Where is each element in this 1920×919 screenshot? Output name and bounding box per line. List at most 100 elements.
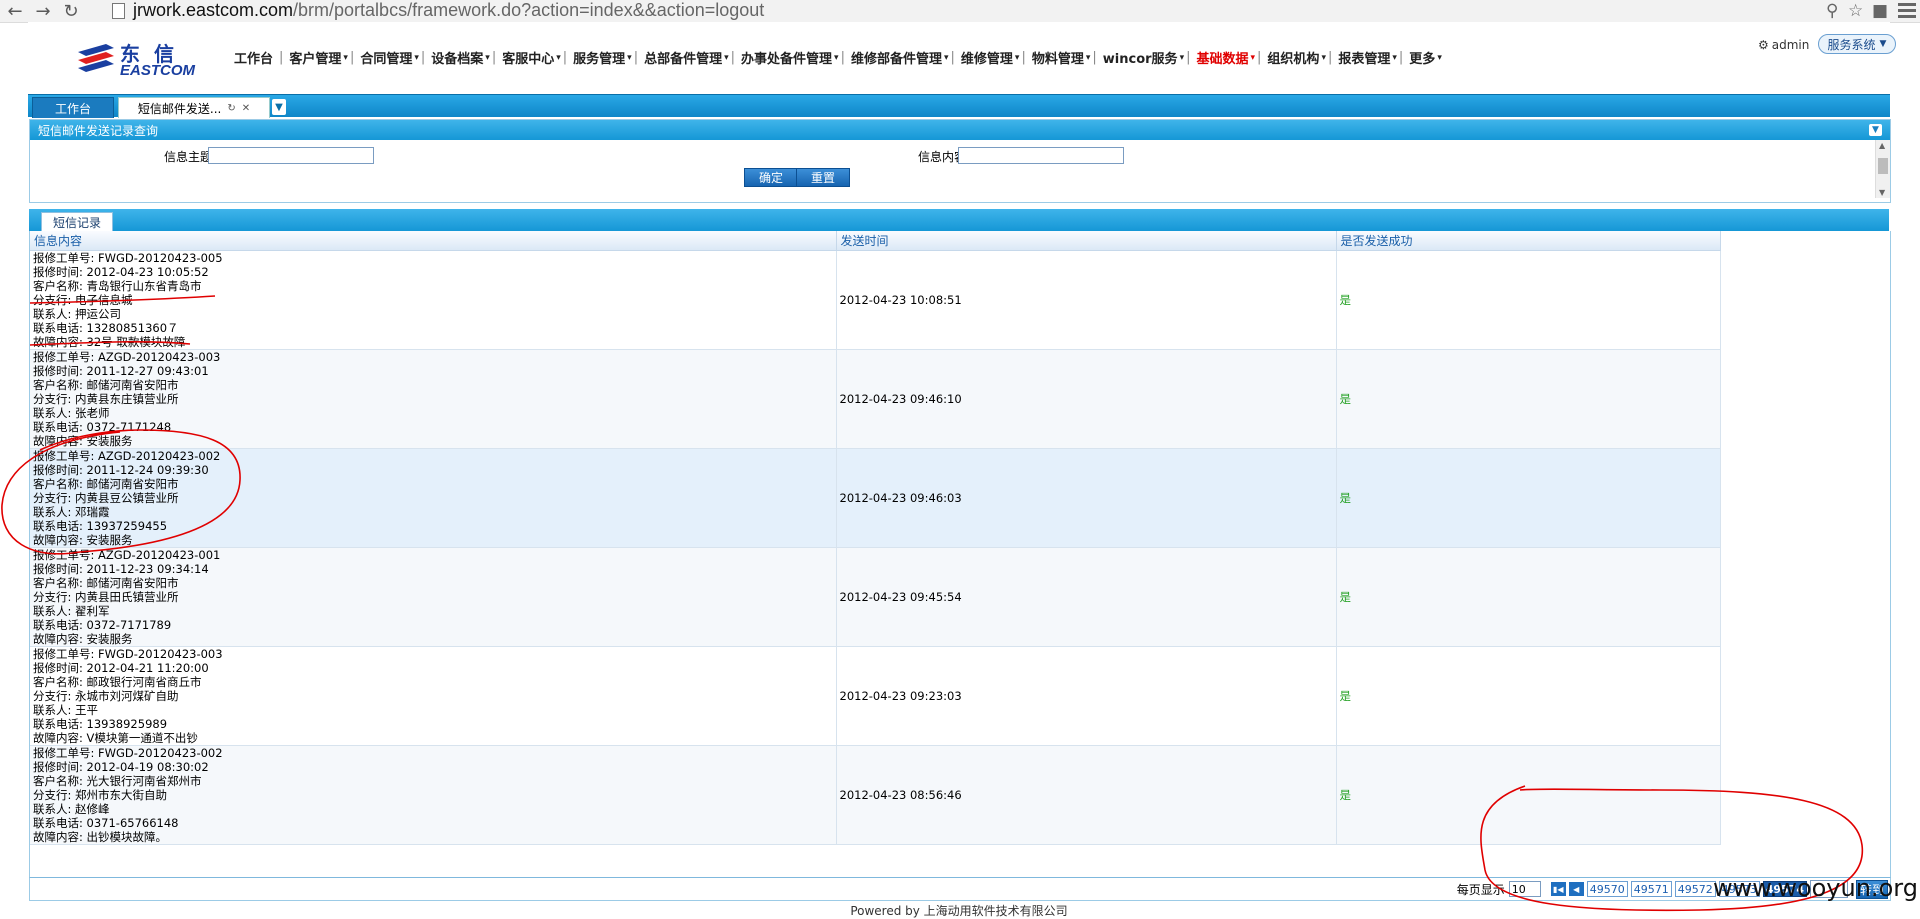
nav-item[interactable]: 组织机构: [1263, 48, 1323, 67]
reload-icon[interactable]: ↻: [58, 0, 84, 22]
table-row[interactable]: 报修工单号: FWGD-20120423-002 报修时间: 2012-04-19…: [30, 745, 1721, 845]
nav-item[interactable]: 更多: [1405, 48, 1439, 67]
gear-icon[interactable]: ⚙: [1758, 38, 1769, 52]
refresh-icon[interactable]: ↻: [227, 103, 235, 114]
info-line: 客户名称: 邮储河南省安阳市: [33, 576, 179, 590]
nav-item[interactable]: 服务管理: [569, 48, 629, 67]
user-name[interactable]: admin: [1772, 38, 1810, 52]
reset-button[interactable]: 重置: [796, 168, 850, 187]
info-line: 报修工单号: FWGD-20120423-003: [33, 647, 223, 661]
nav-separator: |: [840, 50, 845, 65]
info-line: 联系电话: 0372-7171789: [33, 618, 172, 632]
nav-item[interactable]: 维修管理: [957, 48, 1017, 67]
nav-separator: |: [1327, 50, 1333, 65]
zoom-icon[interactable]: ⚲: [1826, 0, 1838, 22]
scroll-up-icon[interactable]: ▲: [1879, 141, 1885, 150]
info-line: 联系人: 押运公司: [33, 307, 122, 321]
info-line: 故障内容: V模块第一通道不出钞: [33, 731, 198, 745]
tab-list-chevron-icon[interactable]: ▼: [272, 99, 286, 115]
query-scrollbar[interactable]: ▲ ▼: [1875, 140, 1890, 198]
nav-item[interactable]: 报表管理: [1334, 48, 1394, 67]
info-line: 联系人: 王平: [33, 703, 99, 717]
info-line: 报修时间: 2012-04-23 10:05:52: [33, 265, 209, 279]
nav-item[interactable]: 设备档案: [427, 48, 487, 67]
info-line: 故障内容: 安装服务: [33, 434, 133, 448]
nav-separator: |: [1186, 50, 1191, 65]
column-header-content[interactable]: 信息内容: [30, 231, 837, 251]
forward-arrow-icon[interactable]: →: [30, 0, 56, 22]
records-table: 信息内容 发送时间 是否发送成功 报修工单号: FWGD-20120423-00…: [30, 231, 1721, 845]
info-line: 联系人: 翟利军: [33, 604, 110, 618]
tab-sms-log[interactable]: 短信记录: [41, 212, 113, 232]
cell-content: 报修工单号: AZGD-20120423-001 报修时间: 2011-12-23…: [30, 547, 837, 647]
prev-page-icon[interactable]: ◀: [1568, 882, 1584, 896]
watermark-text: www.wooyun.org: [1713, 874, 1918, 902]
nav-separator: |: [349, 50, 355, 65]
nav-separator: |: [730, 50, 736, 65]
table-row[interactable]: 报修工单号: AZGD-20120423-003 报修时间: 2011-12-27…: [30, 349, 1721, 449]
info-line: 联系电话: 13937259455: [33, 519, 168, 533]
cell-content: 报修工单号: FWGD-20120423-005 报修时间: 2012-04-23…: [30, 250, 837, 350]
info-line: 报修时间: 2011-12-23 09:34:14: [33, 562, 209, 576]
scroll-down-icon[interactable]: ▼: [1879, 188, 1885, 197]
confirm-button[interactable]: 确定: [744, 168, 798, 187]
page-link[interactable]: 49571: [1630, 881, 1672, 897]
first-page-icon[interactable]: ▮◀: [1550, 882, 1566, 896]
nav-separator: |: [562, 50, 568, 65]
nav-item[interactable]: 维修部备件管理: [847, 48, 946, 67]
info-line: 联系人: 赵修峰: [33, 802, 110, 816]
extension-icon[interactable]: ■: [1872, 0, 1888, 22]
table-row[interactable]: 报修工单号: FWGD-20120423-005 报修时间: 2012-04-23…: [30, 250, 1721, 350]
table-row[interactable]: 报修工单号: AZGD-20120423-002 报修时间: 2011-12-24…: [30, 448, 1721, 548]
per-page-label: 每页显示: [1456, 882, 1505, 897]
nav-item[interactable]: 客户管理: [285, 48, 345, 67]
back-arrow-icon[interactable]: ←: [2, 0, 28, 22]
chevron-down-icon: ▾: [1437, 52, 1442, 63]
star-icon[interactable]: ☆: [1848, 0, 1863, 22]
info-line: 客户名称: 邮储河南省安阳市: [33, 378, 179, 392]
nav-item[interactable]: wincor服务: [1099, 48, 1182, 67]
url-host: jrwork.eastcom.com: [133, 0, 294, 20]
subject-label: 信息主题: [164, 150, 213, 164]
page-link[interactable]: 49572: [1674, 881, 1716, 897]
per-page-input[interactable]: 10: [1508, 881, 1541, 897]
table-row[interactable]: 报修工单号: FWGD-20120423-003 报修时间: 2012-04-21…: [30, 646, 1721, 746]
info-line: 联系电话: 0371-65766148: [33, 816, 179, 830]
nav-item[interactable]: 物料管理: [1028, 48, 1088, 67]
subject-input[interactable]: [208, 147, 374, 164]
system-label: 服务系统: [1827, 37, 1876, 52]
menu-icon[interactable]: [1898, 3, 1916, 19]
nav-item[interactable]: 办事处备件管理: [737, 48, 836, 67]
column-header-time[interactable]: 发送时间: [836, 231, 1337, 251]
tab-sms-records[interactable]: 短信邮件发送... ↻ ✕: [118, 97, 270, 118]
logo-text-en: EASTCOM: [120, 62, 195, 79]
nav-item[interactable]: 总部备件管理: [640, 48, 726, 67]
info-line: 客户名称: 光大银行河南省郑州市: [33, 774, 202, 788]
info-line: 分支行: 内黄县东庄镇营业所: [33, 392, 179, 406]
info-line: 客户名称: 邮储河南省安阳市: [33, 477, 179, 491]
records-tab-bar: 短信记录: [29, 209, 1889, 232]
pager: 每页显示 10 ▮◀ ◀ 49570 49571 49572 49573 49574 转…: [29, 877, 1891, 901]
nav-item[interactable]: 客服中心: [498, 48, 558, 67]
info-line: 报修工单号: AZGD-20120423-002: [33, 449, 221, 463]
info-line: 分支行: 内黄县豆公镇营业所: [33, 491, 179, 505]
content-input[interactable]: [958, 147, 1124, 164]
nav-item[interactable]: 基础数据: [1192, 48, 1252, 67]
chevron-down-icon: ▼: [1879, 39, 1887, 49]
tab-home[interactable]: 工作台: [32, 97, 114, 118]
nav-item[interactable]: 工作台: [230, 48, 277, 67]
address-bar[interactable]: jrwork.eastcom.com/brm/portalbcs/framewo…: [112, 0, 1832, 21]
nav-separator: |: [633, 50, 639, 65]
nav-separator: |: [1398, 50, 1404, 65]
column-header-success[interactable]: 是否发送成功: [1336, 231, 1721, 251]
close-icon[interactable]: ✕: [242, 103, 250, 114]
table-row[interactable]: 报修工单号: AZGD-20120423-001 报修时间: 2011-12-23…: [30, 547, 1721, 647]
nav-item[interactable]: 合同管理: [356, 48, 416, 67]
info-line: 报修时间: 2012-04-19 08:30:02: [33, 760, 209, 774]
collapse-icon[interactable]: ▼: [1869, 124, 1882, 136]
cell-success-status: 是: [1336, 745, 1721, 845]
records-grid: 信息内容 发送时间 是否发送成功 报修工单号: FWGD-20120423-00…: [29, 231, 1891, 878]
system-switch-button[interactable]: 服务系统 ▼: [1818, 34, 1896, 54]
scroll-thumb[interactable]: [1878, 158, 1888, 174]
page-link[interactable]: 49570: [1586, 881, 1628, 897]
